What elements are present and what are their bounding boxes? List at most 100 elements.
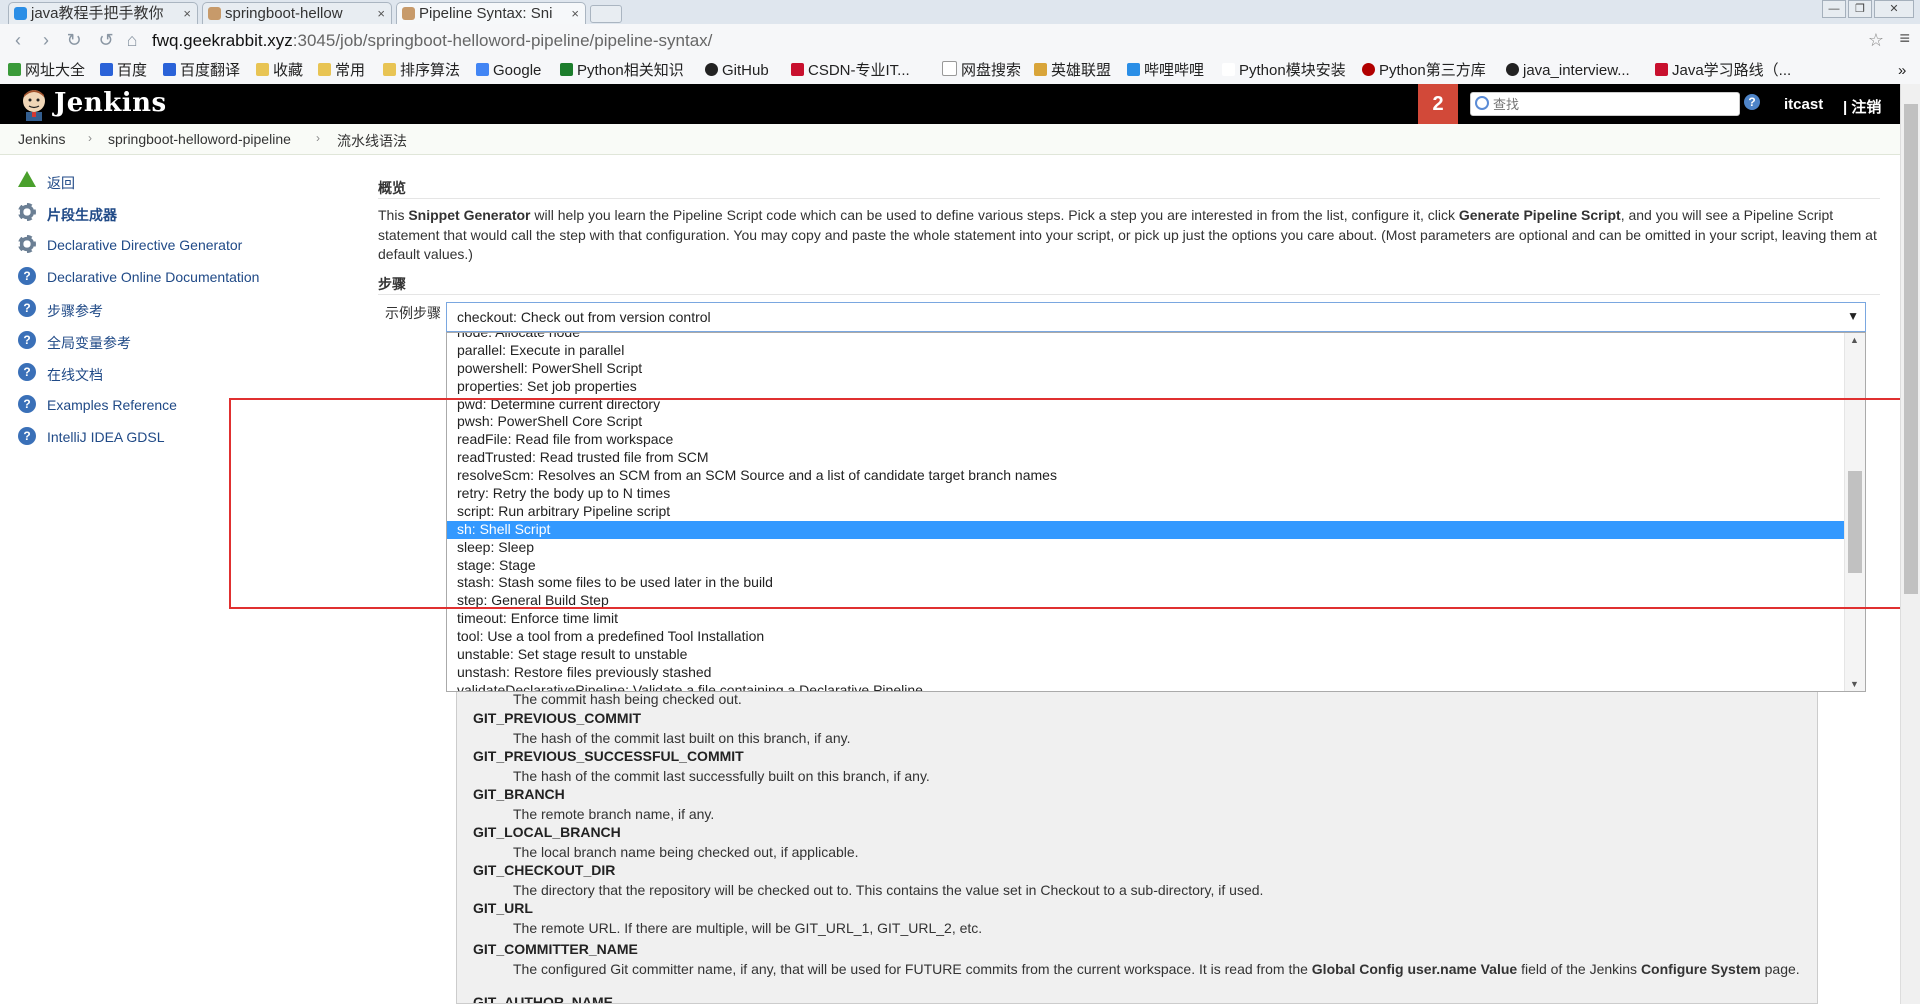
bookmark-item[interactable]: 英雄联盟 [1034, 61, 1111, 81]
dropdown-option[interactable]: stage: Stage [447, 557, 1845, 575]
dropdown-option[interactable]: retry: Retry the body up to N times [447, 485, 1845, 503]
bookmark-icon [1034, 63, 1047, 76]
bookmark-folder[interactable]: 排序算法 [383, 61, 460, 81]
close-window-icon[interactable]: ✕ [1874, 0, 1914, 18]
bookmark-item[interactable]: Python第三方库 [1362, 61, 1486, 81]
scroll-down-icon[interactable]: ▼ [1850, 679, 1859, 689]
new-tab-button[interactable] [590, 5, 622, 23]
dropdown-option[interactable]: parallel: Execute in parallel [447, 342, 1845, 360]
search-icon [1475, 96, 1489, 110]
dropdown-option[interactable]: properties: Set job properties [447, 378, 1845, 396]
bookmark-item[interactable]: 百度 [100, 61, 147, 81]
jenkins-title[interactable]: Jenkins [54, 88, 167, 118]
dropdown-option[interactable]: powershell: PowerShell Script [447, 360, 1845, 378]
scrollbar-thumb[interactable] [1848, 471, 1862, 573]
tab-close-icon[interactable]: × [377, 3, 385, 24]
dropdown-option[interactable]: unstable: Set stage result to unstable [447, 646, 1845, 664]
baidu-translate-icon [163, 63, 176, 76]
dropdown-option[interactable]: resolveScm: Resolves an SCM from an SCM … [447, 467, 1845, 485]
forward-icon[interactable]: › [36, 30, 56, 50]
notification-badge[interactable]: 2 [1418, 84, 1458, 124]
browser-tab[interactable]: springboot-hellow × [202, 2, 392, 24]
help-var-desc: The directory that the repository will b… [513, 882, 1264, 898]
snippet-generator-description: This Snippet Generator will help you lea… [378, 207, 1877, 262]
bookmark-icon [8, 63, 21, 76]
user-link[interactable]: itcast [1784, 96, 1823, 113]
bookmark-item[interactable]: GitHub [705, 61, 769, 81]
dropdown-option[interactable]: pwsh: PowerShell Core Script [447, 413, 1845, 431]
gear-icon [18, 203, 36, 221]
breadcrumb: Jenkins › springboot-helloword-pipeline … [0, 124, 1900, 155]
dropdown-option[interactable]: unstash: Restore files previously stashe… [447, 664, 1845, 682]
dropdown-option[interactable]: tool: Use a tool from a predefined Tool … [447, 628, 1845, 646]
dropdown-option[interactable]: step: General Build Step [447, 592, 1845, 610]
bookmark-folder[interactable]: 收藏 [256, 61, 303, 81]
dropdown-option[interactable]: sh: Shell Script [447, 520, 1845, 539]
dropdown-option[interactable]: validateDeclarativePipeline: Validate a … [447, 682, 1845, 691]
dropdown-option[interactable]: stash: Stash some files to be used later… [447, 574, 1845, 592]
tab-close-icon[interactable]: × [571, 3, 579, 24]
page-scrollbar-thumb[interactable] [1904, 104, 1918, 594]
gear-icon [18, 235, 36, 253]
search-input[interactable] [1491, 93, 1735, 115]
breadcrumb-job[interactable]: springboot-helloword-pipeline [108, 131, 291, 147]
dropdown-scrollbar[interactable]: ▲ ▼ [1844, 333, 1865, 691]
folder-icon [383, 63, 396, 76]
url-path: :3045/job/springboot-helloword-pipeline/… [292, 31, 713, 50]
back-icon[interactable]: ‹ [8, 30, 28, 50]
refresh-icon[interactable]: ↻ [64, 30, 84, 50]
bookmark-item[interactable]: 网址大全 [8, 61, 85, 81]
browser-tab[interactable]: java教程手把手教你 × [8, 2, 198, 24]
baidu-icon [100, 63, 113, 76]
help-var-name: GIT_COMMITTER_NAME [473, 941, 638, 957]
bookmark-item[interactable]: Python相关知识 [560, 61, 684, 81]
chevron-down-icon[interactable]: ▼ [1847, 309, 1859, 323]
dropdown-option[interactable]: sleep: Sleep [447, 539, 1845, 557]
bookmarks-bar: 网址大全 百度 百度翻译 收藏 常用 排序算法 Google Python相关知… [0, 58, 1920, 85]
dropdown-option[interactable]: pwd: Determine current directory [447, 396, 1845, 414]
bookmark-item[interactable]: Python模块安装 [1222, 61, 1346, 81]
dropdown-option[interactable]: timeout: Enforce time limit [447, 610, 1845, 628]
breadcrumb-jenkins[interactable]: Jenkins [18, 131, 65, 147]
step-dropdown-list[interactable]: node: Allocate node parallel: Execute in … [446, 332, 1866, 692]
bookmark-item[interactable]: 网盘搜索 [942, 61, 1021, 81]
bookmark-star-icon[interactable]: ☆ [1868, 30, 1884, 51]
minimize-icon[interactable]: — [1822, 0, 1846, 18]
dropdown-option[interactable]: node: Allocate node [447, 333, 1845, 342]
browser-tab-active[interactable]: Pipeline Syntax: Sni × [396, 2, 586, 24]
search-box[interactable] [1470, 92, 1740, 116]
dropdown-option[interactable]: readTrusted: Read trusted file from SCM [447, 449, 1845, 467]
bookmark-folder[interactable]: 常用 [318, 61, 365, 81]
jenkins-logo-icon[interactable] [18, 87, 50, 121]
dropdown-option[interactable]: script: Run arbitrary Pipeline script [447, 503, 1845, 521]
browser-tab-strip: java教程手把手教你 × springboot-hellow × Pipeli… [0, 0, 1920, 25]
bookmark-item[interactable]: java_interview... [1506, 61, 1630, 81]
bookmark-item[interactable]: CSDN-专业IT... [791, 61, 910, 81]
home-icon[interactable]: ⌂ [122, 30, 142, 50]
maximize-icon[interactable]: ❐ [1848, 0, 1872, 18]
bookmark-item[interactable]: Java学习路线（... [1655, 61, 1791, 81]
help-icon[interactable]: ? [1744, 94, 1760, 110]
bookmark-item[interactable]: 百度翻译 [163, 61, 240, 81]
page-scrollbar[interactable] [1900, 84, 1920, 1004]
sample-step-select[interactable]: checkout: Check out from version control… [446, 302, 1866, 332]
undo-icon[interactable]: ↺ [96, 30, 116, 50]
breadcrumb-pipeline-syntax[interactable]: 流水线语法 [337, 131, 407, 151]
help-var-name: GIT_PREVIOUS_SUCCESSFUL_COMMIT [473, 748, 744, 764]
address-bar: ‹ › ↻ ↺ ⌂ fwq.geekrabbit.xyz:3045/job/sp… [0, 24, 1920, 59]
help-var-desc: The hash of the commit last successfully… [513, 768, 930, 784]
google-icon [476, 63, 489, 76]
scroll-up-icon[interactable]: ▲ [1850, 335, 1859, 345]
bookmarks-more-icon[interactable]: » [1898, 61, 1906, 81]
help-var-name: GIT_CHECKOUT_DIR [473, 862, 616, 878]
dropdown-option[interactable]: readFile: Read file from workspace [447, 431, 1845, 449]
browser-menu-icon[interactable]: ≡ [1899, 28, 1910, 49]
github-icon [705, 63, 718, 76]
tab-close-icon[interactable]: × [183, 3, 191, 24]
bookmark-item[interactable]: Google [476, 61, 541, 81]
logout-link[interactable]: | 注销 [1843, 96, 1881, 117]
url-field[interactable]: fwq.geekrabbit.xyz:3045/job/springboot-h… [152, 29, 712, 53]
jenkins-header: Jenkins 2 ? itcast | 注销 [0, 84, 1900, 124]
bookmark-item[interactable]: 哔哩哔哩 [1127, 61, 1204, 81]
up-arrow-icon [18, 171, 36, 187]
